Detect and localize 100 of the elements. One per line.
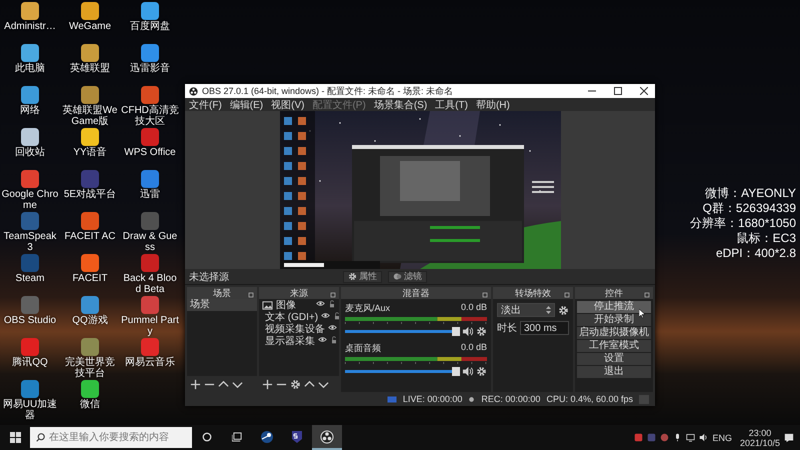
source-status-label: 未选择源 [189, 270, 230, 284]
input-language[interactable]: ENG [712, 432, 732, 442]
desktop-shortcut[interactable]: FACEIT AC [60, 212, 120, 254]
desktop-shortcut[interactable]: 完美世界竞技平台 [60, 338, 120, 380]
undock-icon [248, 292, 254, 298]
speaker-icon[interactable] [462, 366, 473, 377]
settings-icon[interactable] [476, 366, 487, 377]
properties-button[interactable]: 属性 [343, 270, 382, 282]
desktop-shortcut[interactable]: OBS Studio [0, 296, 60, 338]
control-button[interactable]: 工作室模式 [577, 340, 651, 352]
desktop-shortcut[interactable]: QQ游戏 [60, 296, 120, 338]
live-time: LIVE: 00:00:00 [402, 394, 462, 404]
undock-icon [644, 292, 650, 298]
desktop-shortcut[interactable]: Draw & Guess [120, 212, 180, 254]
desktop-shortcut[interactable]: 此电脑 [0, 44, 60, 86]
channel-name: 桌面音频 [345, 342, 381, 355]
overlay-text: 微博：AYEONLY [705, 186, 796, 201]
panel-title: 混音器 [402, 286, 430, 300]
add-icon[interactable] [190, 378, 201, 390]
undock-icon [564, 292, 570, 298]
eye-icon [328, 323, 337, 332]
source-item[interactable]: 图像 [276, 298, 313, 312]
undock-icon [330, 292, 336, 298]
desktop-shortcut[interactable]: 英雄联盟WeGame版 [60, 86, 120, 128]
settings-icon[interactable] [558, 304, 569, 316]
speaker-icon[interactable] [462, 326, 473, 337]
control-button[interactable]: 停止推流 [577, 301, 651, 313]
desktop-shortcut[interactable]: 回收站 [0, 128, 60, 170]
menu-item[interactable]: 场景集合(S) [374, 98, 428, 112]
panel-title: 来源 [290, 286, 308, 300]
control-button[interactable]: 退出 [577, 366, 651, 378]
duration-label: 时长 [497, 322, 517, 335]
desktop-shortcut[interactable]: Back 4 Blood Beta [120, 254, 180, 296]
menu-item[interactable]: 文件(F) [189, 98, 222, 112]
duration-field[interactable]: 300 ms [520, 321, 569, 335]
desktop-shortcut[interactable]: Pummel Party [120, 296, 180, 338]
cpu-status: CPU: 0.4%, 60.00 fps [546, 394, 633, 404]
unlock-icon [328, 300, 336, 308]
move-up-icon[interactable] [218, 378, 229, 390]
clock[interactable]: 23:00 2021/10/5 [736, 428, 784, 448]
desktop-shortcut[interactable]: 5E对战平台 [60, 170, 120, 212]
mouse-cursor-icon [639, 309, 645, 318]
control-button[interactable]: 开始录制 [577, 314, 651, 326]
scene-item[interactable]: 场景 [187, 299, 257, 311]
transition-select[interactable]: 淡出 [497, 303, 555, 317]
menu-item[interactable]: 帮助(H) [476, 98, 510, 112]
channel-reading: 0.0 dB [460, 302, 487, 314]
desktop-shortcut[interactable]: 微信 [60, 380, 120, 422]
volume-slider[interactable] [345, 370, 459, 373]
control-button[interactable]: 设置 [577, 353, 651, 365]
eye-icon [316, 299, 325, 308]
panel-title: 场景 [213, 286, 231, 300]
control-button[interactable]: 启动虚拟摄像机 [577, 327, 651, 339]
panel-title: 转场特效 [515, 286, 551, 300]
source-item[interactable]: 文本 (GDI+) [265, 310, 318, 324]
overlay-text: 鼠标：EC3 [736, 231, 796, 246]
channel-name: 麦克风/Aux [345, 302, 390, 315]
menu-item[interactable]: 工具(T) [435, 98, 468, 112]
status-indicator [639, 394, 649, 404]
source-item[interactable]: 视频采集设备 [265, 322, 325, 336]
rec-time: REC: 00:00:00 [481, 394, 540, 404]
desktop-shortcut[interactable]: Google Chrome [0, 170, 60, 212]
filter-icon [393, 272, 402, 281]
desktop-shortcut[interactable]: Administr… [0, 2, 60, 44]
desktop-shortcut[interactable]: FACEIT [60, 254, 120, 296]
desktop-shortcut[interactable]: WPS Office [120, 128, 180, 170]
menu-item[interactable]: 视图(V) [271, 98, 304, 112]
add-icon[interactable] [262, 378, 273, 390]
panel-title: 控件 [605, 286, 623, 300]
volume-slider[interactable] [345, 330, 459, 333]
desktop-shortcut[interactable]: 迅雷影音 [120, 44, 180, 86]
filters-button[interactable]: 滤镜 [388, 270, 427, 282]
image-icon [262, 300, 273, 310]
desktop-shortcut[interactable]: 百度网盘 [120, 2, 180, 44]
overlay-text: eDPI：400*2.8 [716, 246, 796, 261]
settings-icon[interactable] [476, 326, 487, 337]
desktop-shortcut[interactable]: TeamSpeak 3 [0, 212, 60, 254]
app-logo-icon [189, 86, 198, 96]
taskbar-app-icon[interactable] [312, 425, 342, 450]
desktop-shortcut[interactable]: 迅雷 [120, 170, 180, 212]
settings-icon[interactable] [290, 378, 301, 390]
windows-logo-icon [10, 432, 20, 443]
overlay-text: 分辨率：1680*1050 [690, 216, 796, 231]
desktop-shortcut[interactable]: WeGame [60, 2, 120, 44]
desktop-shortcut[interactable]: 英雄联盟 [60, 44, 120, 86]
desktop-shortcut[interactable]: Steam [0, 254, 60, 296]
overlay-text: Q群：526394339 [702, 201, 796, 216]
window-title: OBS 27.0.1 (64-bit, windows) - 配置文件: 未命名 - 场景: 未命名 [202, 84, 454, 98]
menu-item[interactable]: 编辑(E) [230, 98, 264, 112]
channel-reading: 0.0 dB [460, 342, 487, 354]
desktop-shortcut[interactable]: 网络 [0, 86, 60, 128]
desktop-shortcut[interactable]: 腾讯QQ [0, 338, 60, 380]
desktop-shortcut[interactable]: 网易云音乐 [120, 338, 180, 380]
unlock-icon [330, 336, 338, 344]
desktop-shortcut[interactable]: 网易UU加速器 [0, 380, 60, 422]
source-item[interactable]: 显示器采集 [265, 334, 315, 348]
move-up-icon[interactable] [304, 378, 315, 390]
eye-icon [321, 311, 330, 320]
desktop-shortcut[interactable]: CFHD高清竞技大区 [120, 86, 180, 128]
desktop-shortcut[interactable]: YY语音 [60, 128, 120, 170]
